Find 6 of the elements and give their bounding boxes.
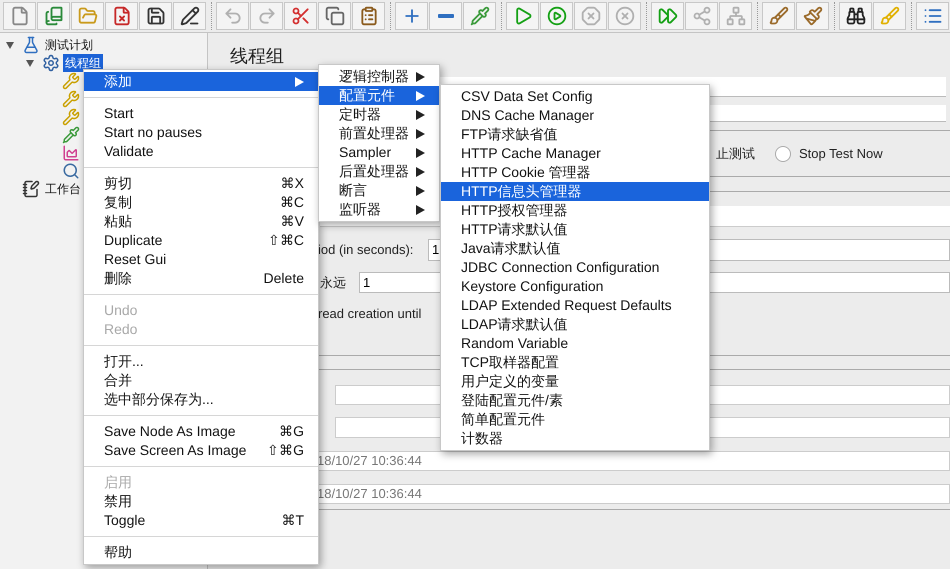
field-label: iod (in seconds):: [318, 241, 414, 260]
radio-label: Stop Test Now: [799, 144, 883, 163]
field-label: 永远: [320, 274, 347, 292]
panel-title: 线程组: [230, 45, 284, 68]
radio-label: 止测试: [716, 144, 755, 163]
checkbox-label: read creation until: [318, 305, 422, 324]
